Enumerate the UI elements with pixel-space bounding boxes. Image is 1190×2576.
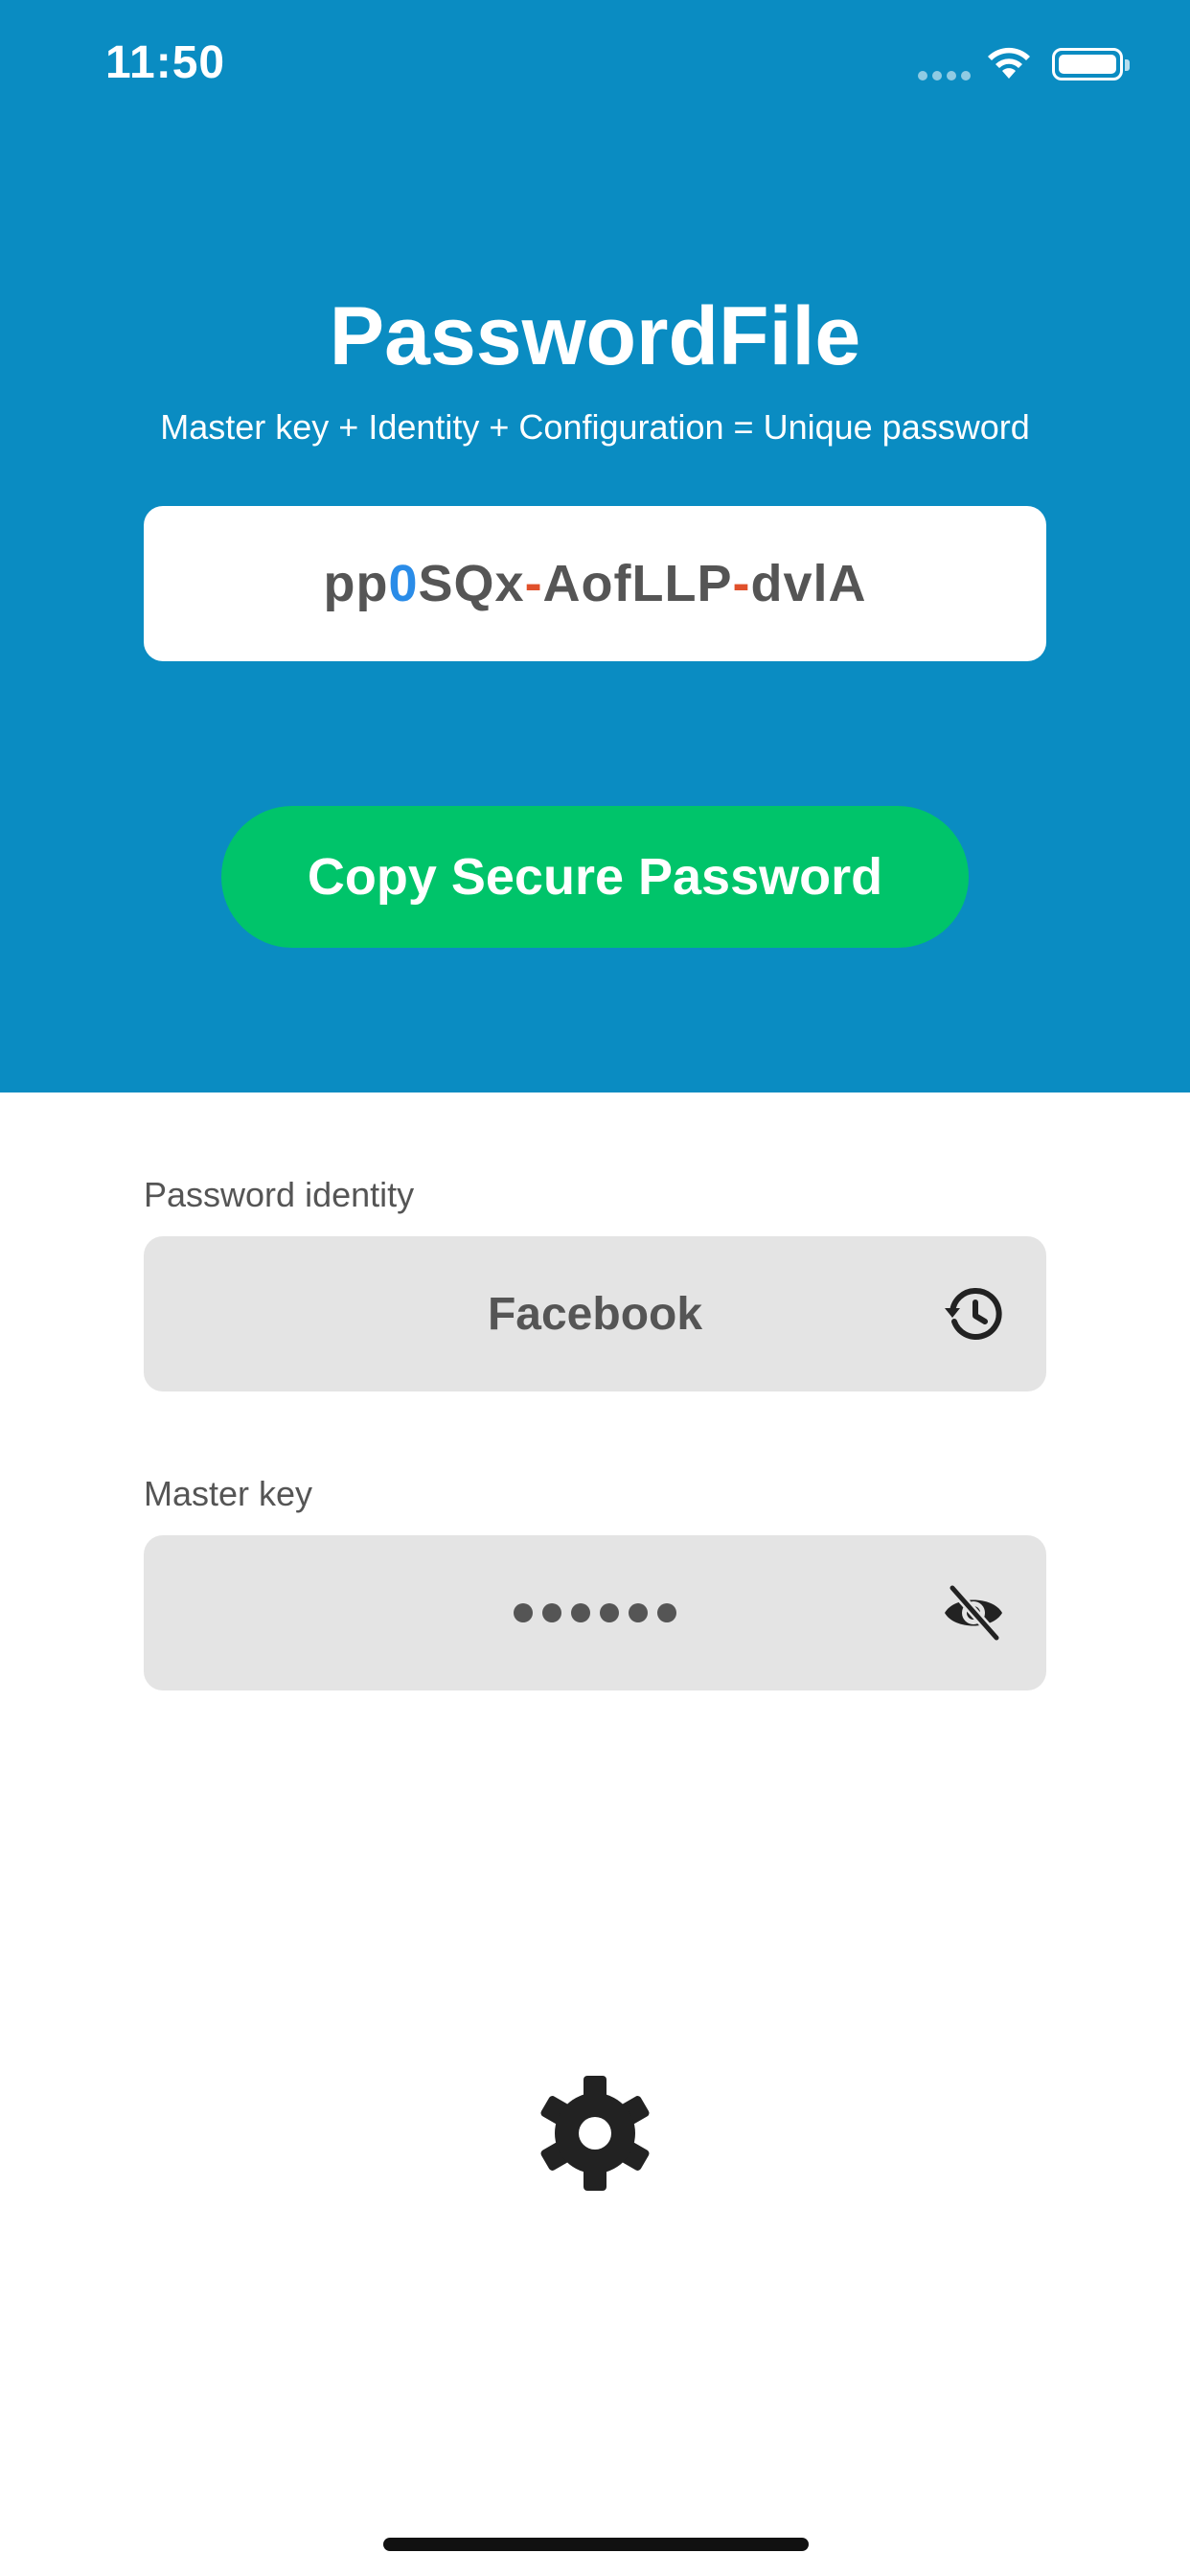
gear-icon[interactable] <box>538 2076 652 2191</box>
header-section: 11:50 PasswordFile Master key + Identity… <box>0 0 1190 1092</box>
password-separator: - <box>732 555 751 612</box>
password-segment: dvlA <box>750 555 867 612</box>
password-separator: - <box>524 555 543 612</box>
master-key-field[interactable] <box>144 1535 1046 1690</box>
password-segment: SQx <box>418 555 525 612</box>
status-time: 11:50 <box>105 37 226 88</box>
identity-field[interactable]: Facebook <box>144 1236 1046 1392</box>
app-screen: 11:50 PasswordFile Master key + Identity… <box>0 0 1190 2576</box>
masked-password-dots <box>514 1603 676 1622</box>
eye-off-icon[interactable] <box>943 1582 1004 1644</box>
cellular-signal-icon <box>918 71 972 80</box>
history-icon[interactable] <box>943 1283 1004 1345</box>
copy-secure-password-button[interactable]: Copy Secure Password <box>221 806 969 948</box>
identity-label: Password identity <box>144 1175 415 1214</box>
home-indicator[interactable] <box>383 2538 809 2551</box>
generated-password-display[interactable]: pp 0 SQx - AofLLP - dvlA <box>144 506 1046 661</box>
app-subtitle: Master key + Identity + Configuration = … <box>160 407 1030 447</box>
password-segment: pp <box>323 555 389 612</box>
master-key-value <box>144 1535 1046 1690</box>
status-bar: 11:50 <box>0 0 1190 134</box>
password-segment: AofLLP <box>542 555 733 612</box>
app-title: PasswordFile <box>329 290 861 382</box>
identity-value: Facebook <box>487 1288 703 1340</box>
battery-icon <box>1052 48 1130 80</box>
wifi-icon <box>988 47 1030 79</box>
password-digit: 0 <box>388 555 419 612</box>
master-key-label: Master key <box>144 1474 313 1513</box>
